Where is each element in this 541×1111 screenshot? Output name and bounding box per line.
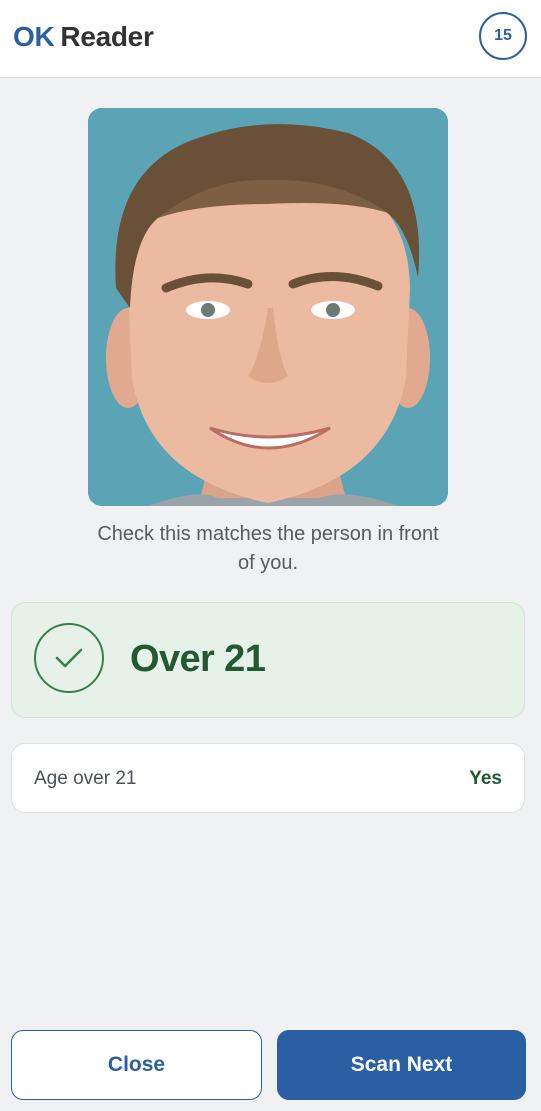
instruction-text: Check this matches the person in front o…: [97, 523, 439, 574]
detail-row-age-over-21: Age over 21 Yes: [11, 743, 525, 813]
close-button[interactable]: Close: [11, 1030, 262, 1100]
brand-reader: Reader: [60, 21, 154, 52]
app-screen: OK Reader 15 Check this matches the pers…: [0, 0, 541, 1111]
scan-count-badge[interactable]: 15: [479, 12, 527, 60]
id-holder-photo: [88, 108, 448, 506]
age-result-card: Over 21: [11, 602, 525, 718]
scan-next-button[interactable]: Scan Next: [277, 1030, 526, 1100]
person-portrait-icon: [88, 108, 448, 506]
detail-value: Yes: [469, 768, 502, 789]
detail-label: Age over 21: [34, 768, 137, 789]
brand-ok: OK: [13, 21, 55, 52]
check-icon: [34, 623, 104, 693]
result-title: Over 21: [130, 638, 266, 680]
app-header: OK Reader 15: [0, 0, 541, 78]
app-logo: OK Reader: [13, 20, 154, 54]
